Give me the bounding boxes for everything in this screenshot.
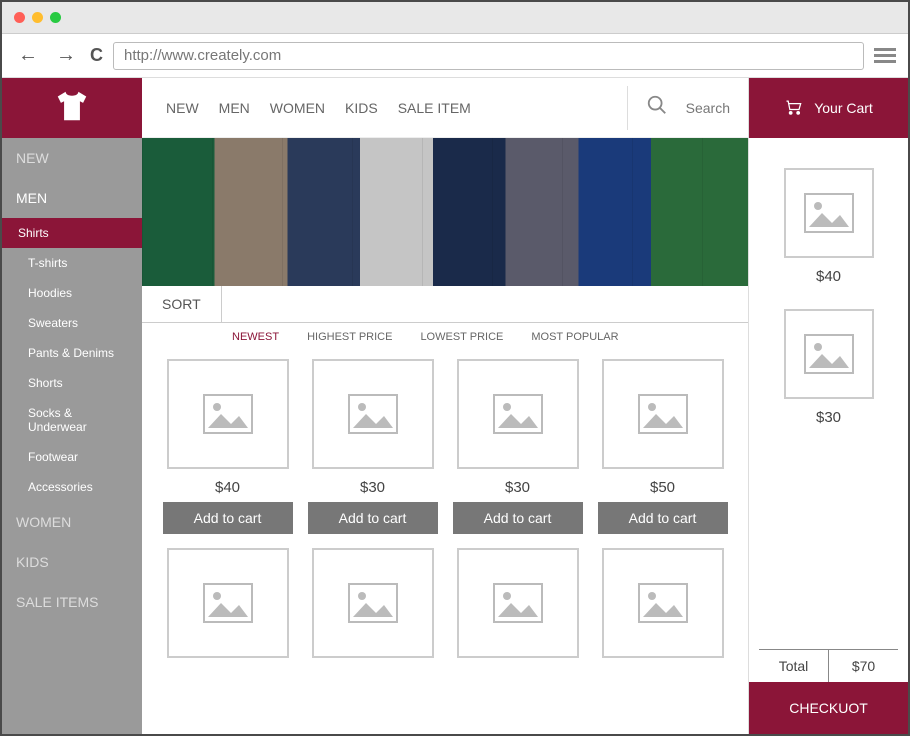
sidebar-item-new[interactable]: NEW: [2, 138, 142, 178]
sidebar: NEW MEN Shirts T-shirts Hoodies Sweaters…: [2, 78, 142, 734]
main-area: NEW MEN WOMEN KIDS SALE ITEM Search SORT: [142, 78, 748, 734]
product-image-placeholder[interactable]: [602, 548, 724, 658]
sidebar-sub-socks[interactable]: Socks & Underwear: [2, 398, 142, 442]
product-card: $40 Add to cart: [162, 359, 293, 534]
minimize-window-icon[interactable]: [32, 12, 43, 23]
sidebar-item-sale[interactable]: SALE ITEMS: [2, 582, 142, 622]
url-input[interactable]: http://www.creately.com: [113, 42, 864, 70]
checkout-button[interactable]: CHECKUOT: [749, 682, 908, 734]
refresh-button[interactable]: C: [90, 45, 103, 66]
cart-total-value: $70: [829, 650, 898, 682]
hero-banner: [142, 138, 748, 286]
sidebar-sub-sweaters[interactable]: Sweaters: [2, 308, 142, 338]
add-to-cart-button[interactable]: Add to cart: [308, 502, 438, 534]
forward-button[interactable]: →: [52, 44, 80, 67]
top-nav-new[interactable]: NEW: [166, 100, 199, 116]
product-card: [597, 548, 728, 668]
cart-header[interactable]: Your Cart: [749, 78, 908, 138]
menu-icon[interactable]: [874, 45, 896, 66]
top-nav-kids[interactable]: KIDS: [345, 100, 378, 116]
product-image-placeholder[interactable]: [602, 359, 724, 469]
cart-total-label: Total: [759, 650, 829, 682]
add-to-cart-button[interactable]: Add to cart: [453, 502, 583, 534]
cart-item: $40: [767, 168, 890, 291]
cart-item: $30: [767, 309, 890, 432]
filter-lowest[interactable]: LOWEST PRICE: [420, 331, 503, 343]
filter-row: NEWEST HIGHEST PRICE LOWEST PRICE MOST P…: [142, 323, 748, 351]
browser-toolbar: ← → C http://www.creately.com: [2, 34, 908, 78]
cart-body: $40 $30: [749, 138, 908, 649]
sidebar-sub-accessories[interactable]: Accessories: [2, 472, 142, 502]
logo[interactable]: [2, 78, 142, 138]
search-icon: [646, 94, 668, 121]
search-label: Search: [686, 100, 748, 116]
url-text: http://www.creately.com: [124, 47, 281, 64]
filter-newest[interactable]: NEWEST: [232, 331, 279, 343]
sidebar-item-men[interactable]: MEN: [2, 178, 142, 218]
sidebar-item-kids[interactable]: KIDS: [2, 542, 142, 582]
filter-highest[interactable]: HIGHEST PRICE: [307, 331, 392, 343]
cart-icon: [784, 98, 804, 119]
page-content: NEW MEN Shirts T-shirts Hoodies Sweaters…: [2, 78, 908, 734]
cart-header-label: Your Cart: [814, 100, 873, 116]
product-price: $30: [360, 479, 385, 496]
cart-item-price: $40: [816, 268, 841, 285]
product-image-placeholder[interactable]: [167, 548, 289, 658]
product-price: $50: [650, 479, 675, 496]
cart-total-row: Total $70: [759, 649, 898, 682]
cart-panel: Your Cart $40 $30 Total $70 CHECKUOT: [748, 78, 908, 734]
top-nav-men[interactable]: MEN: [219, 100, 250, 116]
cart-item-price: $30: [816, 409, 841, 426]
sidebar-sub-hoodies[interactable]: Hoodies: [2, 278, 142, 308]
sort-label: SORT: [142, 286, 222, 322]
product-price: $30: [505, 479, 530, 496]
tshirt-icon: [53, 87, 91, 130]
product-image-placeholder[interactable]: [457, 359, 579, 469]
product-card: $50 Add to cart: [597, 359, 728, 534]
add-to-cart-button[interactable]: Add to cart: [598, 502, 728, 534]
back-button[interactable]: ←: [14, 44, 42, 67]
product-card: $30 Add to cart: [452, 359, 583, 534]
product-card: $30 Add to cart: [307, 359, 438, 534]
product-image-placeholder[interactable]: [312, 548, 434, 658]
product-card: [452, 548, 583, 668]
product-image-placeholder[interactable]: [457, 548, 579, 658]
cart-item-image[interactable]: [784, 309, 874, 399]
sidebar-sub-tshirts[interactable]: T-shirts: [2, 248, 142, 278]
top-nav: NEW MEN WOMEN KIDS SALE ITEM: [142, 100, 627, 116]
product-image-placeholder[interactable]: [312, 359, 434, 469]
product-card: [162, 548, 293, 668]
maximize-window-icon[interactable]: [50, 12, 61, 23]
sidebar-subnav: Shirts T-shirts Hoodies Sweaters Pants &…: [2, 218, 142, 502]
sidebar-nav: NEW MEN Shirts T-shirts Hoodies Sweaters…: [2, 138, 142, 622]
sort-row: SORT: [142, 286, 748, 323]
sidebar-sub-shorts[interactable]: Shorts: [2, 368, 142, 398]
product-image-placeholder[interactable]: [167, 359, 289, 469]
product-grid: $40 Add to cart $30 Add to cart $30 Add to ca…: [142, 351, 748, 688]
sidebar-sub-footwear[interactable]: Footwear: [2, 442, 142, 472]
topbar: NEW MEN WOMEN KIDS SALE ITEM Search: [142, 78, 748, 138]
cart-item-image[interactable]: [784, 168, 874, 258]
sidebar-sub-pants[interactable]: Pants & Denims: [2, 338, 142, 368]
sidebar-sub-shirts[interactable]: Shirts: [2, 218, 142, 248]
product-price: $40: [215, 479, 240, 496]
window-titlebar: [2, 2, 908, 34]
close-window-icon[interactable]: [14, 12, 25, 23]
add-to-cart-button[interactable]: Add to cart: [163, 502, 293, 534]
search-area[interactable]: Search: [627, 86, 748, 130]
top-nav-sale[interactable]: SALE ITEM: [398, 100, 471, 116]
filter-popular[interactable]: MOST POPULAR: [531, 331, 618, 343]
product-card: [307, 548, 438, 668]
top-nav-women[interactable]: WOMEN: [270, 100, 325, 116]
sidebar-item-women[interactable]: WOMEN: [2, 502, 142, 542]
browser-window: ← → C http://www.creately.com NEW MEN Sh…: [0, 0, 910, 736]
